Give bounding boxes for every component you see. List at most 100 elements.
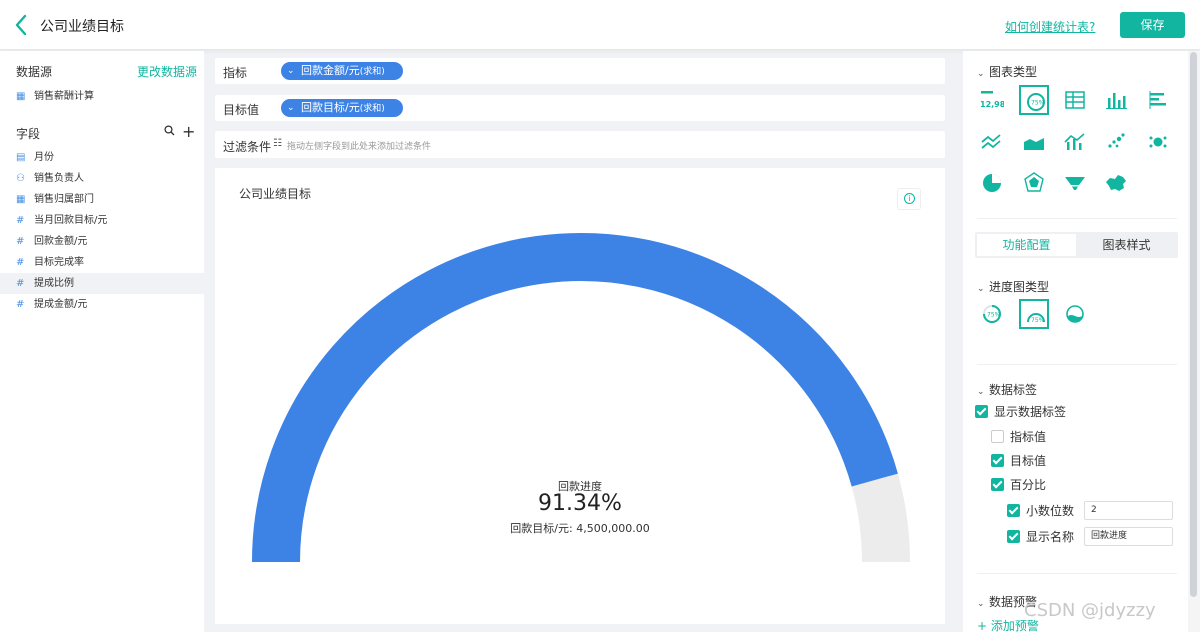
number-icon: # — [16, 299, 25, 310]
progress-type-section[interactable]: ⌄ 进度图类型 — [977, 278, 1049, 295]
chevron-down-icon: ⌄ — [287, 66, 295, 76]
number-card-type[interactable]: 12,987 — [977, 85, 1007, 115]
gauge-chart — [252, 233, 910, 563]
pie-chart-type[interactable] — [977, 168, 1007, 198]
progress-type-title: 进度图类型 — [989, 280, 1050, 294]
number-icon: # — [16, 236, 25, 247]
funnel-chart-icon — [1065, 177, 1085, 190]
field-label: 目标完成率 — [34, 257, 84, 268]
show-data-label-text: 显示数据标签 — [994, 405, 1067, 419]
field-label: 提成金额/元 — [34, 299, 88, 310]
show-data-label-checkbox[interactable] — [975, 405, 988, 418]
ring-progress-icon: 75% — [983, 305, 1001, 323]
scatter-chart-type[interactable] — [1101, 127, 1131, 157]
decimals-checkbox[interactable] — [1007, 504, 1020, 517]
area-chart-type[interactable] — [1019, 127, 1049, 157]
target-row: 目标值 ⌄ 回款目标/元(求和) — [215, 95, 945, 121]
help-link[interactable]: 如何创建统计表? — [1005, 18, 1095, 35]
field-item[interactable]: # 目标完成率 — [0, 252, 204, 273]
decimals-input[interactable]: 2 — [1084, 501, 1173, 520]
field-item[interactable]: # 回款金额/元 — [0, 231, 204, 252]
gauge-track — [252, 233, 910, 563]
target-value-checkbox[interactable] — [991, 454, 1004, 467]
chart-type-title: 图表类型 — [989, 65, 1038, 79]
field-item[interactable]: # 提成金额/元 — [0, 294, 204, 315]
pie-chart-icon — [983, 174, 1001, 192]
horizontal-bar-chart-type[interactable] — [1143, 85, 1173, 115]
target-value-text: 目标值 — [1010, 454, 1047, 468]
top-bar: 公司业绩目标 如何创建统计表? 保存 — [0, 0, 1200, 50]
filter-row[interactable]: 过滤条件 ☷ 拖动左侧字段到此处来添加过滤条件 — [215, 131, 945, 158]
target-pill[interactable]: ⌄ 回款目标/元(求和) — [281, 99, 403, 117]
field-item[interactable]: ▦ 销售归属部门 — [0, 189, 204, 210]
divider — [977, 218, 1177, 219]
name-input[interactable]: 回款进度 — [1084, 527, 1173, 546]
decimals-text: 小数位数 — [1026, 504, 1075, 518]
field-item-selected[interactable]: # 提成比例 — [0, 273, 204, 294]
semicircle-progress-icon: 75% — [1027, 313, 1045, 324]
gauge-fill — [252, 233, 898, 563]
chevron-down-icon: ⌄ — [977, 284, 985, 294]
chart-panel: 公司业绩目标 i 回款进度 91.34% 回款目标/元: 4,500,000.0… — [215, 168, 945, 624]
semicircle-progress-type[interactable]: 75% — [1019, 299, 1049, 329]
map-chart-type[interactable] — [1101, 168, 1131, 198]
show-name-checkbox[interactable] — [1007, 530, 1020, 543]
divider — [977, 364, 1177, 365]
chart-type-section[interactable]: ⌄ 图表类型 — [977, 63, 1037, 80]
line-chart-icon — [981, 134, 1001, 149]
indicator-value-checkbox[interactable] — [991, 430, 1004, 443]
svg-text:12,987: 12,987 — [980, 100, 1004, 109]
bar-chart-icon — [1106, 93, 1127, 109]
table-icon: ▦ — [16, 91, 26, 102]
filter-label: 过滤条件 — [223, 140, 272, 154]
field-label: 提成比例 — [34, 278, 74, 289]
add-field-icon[interactable]: + — [182, 122, 195, 141]
field-label: 当月回款目标/元 — [34, 215, 108, 226]
search-icon[interactable] — [164, 125, 175, 140]
datasource-item[interactable]: ▦ 销售薪酬计算 — [0, 86, 204, 107]
line-chart-type[interactable] — [977, 127, 1007, 157]
progress-chart-icon: 75% — [1027, 93, 1045, 111]
funnel-chart-type[interactable] — [1060, 168, 1090, 198]
back-button[interactable] — [12, 13, 32, 37]
field-label: 销售负责人 — [34, 173, 84, 184]
chevron-down-icon: ⌄ — [977, 69, 985, 79]
field-item[interactable]: ⚇ 销售负责人 — [0, 168, 204, 189]
gauge-target: 回款目标/元: 4,500,000.00 — [215, 520, 945, 536]
tab-chart-style[interactable]: 图表样式 — [1077, 234, 1176, 256]
plus-icon: + — [977, 619, 988, 632]
table-chart-type[interactable] — [1060, 85, 1090, 115]
scrollbar-thumb[interactable] — [1190, 52, 1197, 597]
scatter-chart-icon — [1108, 133, 1125, 148]
tab-function-config[interactable]: 功能配置 — [977, 234, 1076, 256]
department-icon: ▦ — [16, 194, 26, 205]
indicator-pill[interactable]: ⌄ 回款金额/元(求和) — [281, 62, 403, 80]
bar-chart-type[interactable] — [1101, 85, 1131, 115]
left-panel: 数据源 更改数据源 ▦ 销售薪酬计算 字段 + ▤ 月份 ⚇ 销售负责人 ▦ 销… — [0, 51, 204, 632]
change-datasource-link[interactable]: 更改数据源 — [137, 63, 197, 80]
divider — [977, 573, 1177, 574]
save-button[interactable]: 保存 — [1120, 12, 1185, 38]
target-label: 目标值 — [223, 103, 260, 117]
target-value: 回款目标/元 — [301, 101, 360, 114]
radar-chart-type[interactable] — [1019, 168, 1049, 198]
progress-chart-type[interactable]: 75% — [1019, 85, 1049, 115]
percent-checkbox[interactable] — [991, 478, 1004, 491]
area-chart-icon — [1024, 138, 1044, 150]
number-card-icon: 12,987 — [980, 91, 1004, 109]
chevron-down-icon: ⌄ — [287, 103, 295, 113]
page-title: 公司业绩目标 — [40, 19, 124, 35]
number-icon: # — [16, 257, 25, 268]
combo-chart-type[interactable] — [1060, 127, 1090, 157]
map-chart-icon — [1106, 175, 1126, 191]
number-icon: # — [16, 215, 25, 226]
indicator-value: 回款金额/元 — [301, 64, 360, 77]
chevron-down-icon: ⌄ — [977, 599, 985, 609]
field-item[interactable]: ▤ 月份 — [0, 147, 204, 168]
filter-icon: ☷ — [273, 138, 282, 149]
bubble-chart-type[interactable] — [1143, 127, 1173, 157]
field-item[interactable]: # 当月回款目标/元 — [0, 210, 204, 231]
ring-progress-type[interactable]: 75% — [977, 299, 1007, 329]
water-progress-type[interactable] — [1060, 299, 1090, 329]
data-label-section[interactable]: ⌄ 数据标签 — [977, 381, 1037, 398]
